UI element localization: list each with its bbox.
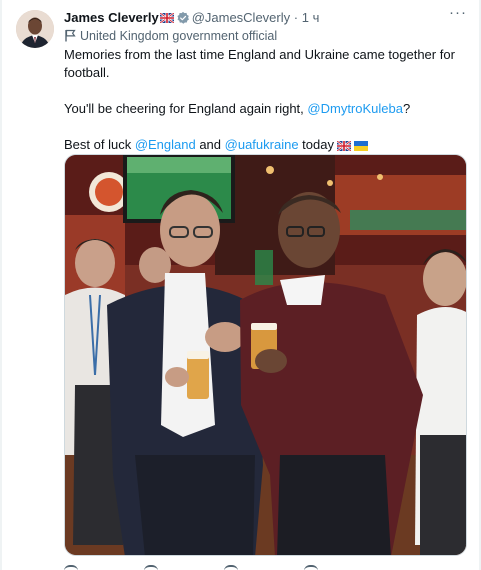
uk-flag-emoji bbox=[159, 13, 174, 23]
tweet-line-3-mid: and bbox=[195, 137, 225, 152]
affiliation-label[interactable]: United Kingdom government official bbox=[64, 28, 277, 44]
tweet-text: Memories from the last time England and … bbox=[64, 46, 464, 154]
tweet-line-3-suffix: today bbox=[298, 137, 334, 152]
tweet-line-3: Best of luck @England and @uafukraine to… bbox=[64, 136, 464, 154]
author-name[interactable]: James Cleverly bbox=[64, 10, 159, 25]
mention-uafukraine[interactable]: @uafukraine bbox=[225, 137, 299, 152]
more-icon[interactable]: ··· bbox=[447, 5, 469, 26]
tweet-actions bbox=[64, 563, 467, 570]
tweet-timestamp[interactable]: 1 ч bbox=[302, 10, 320, 25]
tweet-line-2: You'll be cheering for England again rig… bbox=[64, 100, 464, 118]
affiliation-text: United Kingdom government official bbox=[80, 29, 278, 43]
tweet-line-2-text: You'll be cheering for England again rig… bbox=[64, 101, 308, 116]
reply-icon[interactable] bbox=[64, 565, 78, 570]
tweet-line-2-suffix: ? bbox=[402, 101, 411, 116]
mention-england[interactable]: @England bbox=[135, 137, 196, 152]
header-separator: · bbox=[293, 10, 299, 25]
views-icon[interactable] bbox=[304, 565, 318, 570]
tweet-line-3-text: Best of luck bbox=[64, 137, 135, 152]
retweet-icon[interactable] bbox=[144, 565, 158, 570]
ukraine-flag-emoji bbox=[353, 141, 368, 151]
verified-badge-icon[interactable] bbox=[176, 11, 190, 25]
government-flag-icon bbox=[65, 29, 76, 42]
like-icon[interactable] bbox=[224, 565, 238, 570]
author-handle[interactable]: @JamesCleverly bbox=[192, 10, 290, 25]
avatar[interactable] bbox=[16, 10, 54, 48]
uk-flag-emoji bbox=[336, 141, 351, 151]
tweet-photo[interactable] bbox=[64, 154, 467, 556]
tweet-header: James Cleverly @JamesCleverly · 1 ч bbox=[64, 9, 441, 27]
timeline-border-left bbox=[0, 0, 2, 570]
tweet-line-1: Memories from the last time England and … bbox=[64, 47, 455, 80]
mention-dmytrokuleba[interactable]: @DmytroKuleba bbox=[307, 101, 403, 116]
